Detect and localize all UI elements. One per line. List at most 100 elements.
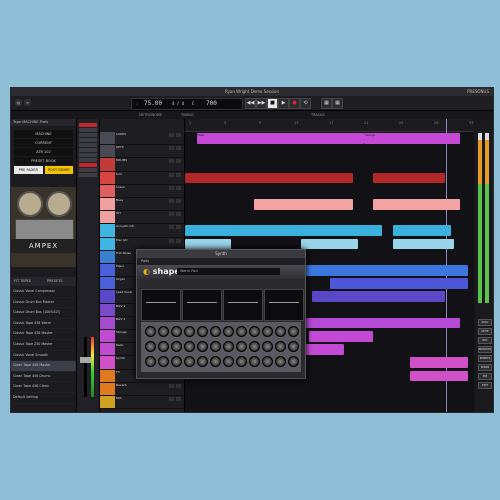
mixer-toggle-icon[interactable]: ≡ [24,99,31,106]
pre-fader-button[interactable]: PRE FADER [14,166,43,174]
preset-selector[interactable]: Warm Pad [177,268,280,275]
clip[interactable] [393,225,451,237]
track-header[interactable]: Reverb [100,382,184,396]
clip[interactable] [300,238,359,250]
mute-icon[interactable] [176,172,181,177]
clip[interactable]: Strings [364,133,460,144]
insert-slot[interactable] [79,143,97,147]
knob[interactable] [249,326,260,337]
list-item[interactable]: Classic Drum Bus (100%SLT) [11,308,76,319]
solo-icon[interactable] [169,146,174,151]
knob[interactable] [197,356,208,367]
mute-icon[interactable] [176,199,181,203]
list-item[interactable]: Classic Tape 250 Master [11,340,76,351]
mute-icon[interactable] [176,383,181,388]
track-header[interactable]: MIX [100,396,184,410]
mute-icon[interactable] [176,212,181,217]
fast-forward-button[interactable]: ▶▶ [256,98,267,109]
knob[interactable] [145,326,156,337]
knob[interactable] [184,356,195,367]
preset-button[interactable]: MACHINE [14,130,73,138]
stop-button[interactable]: ■ [267,98,278,109]
knob[interactable] [262,341,273,352]
timeline-ruler[interactable]: 1 5 9 13 17 21 25 29 33 [185,119,474,132]
clip[interactable] [410,357,469,369]
list-item[interactable]: Classic Vocal Smooth [11,351,76,362]
clip[interactable] [185,225,382,237]
preset-button[interactable]: CURRENT [14,139,73,147]
side-button[interactable]: EDIT [478,382,492,389]
mute-icon[interactable] [176,225,181,230]
side-button[interactable]: MONITOR [478,346,492,353]
tempo-display[interactable]: ♩ 75.00 4 / 4 C 700 [131,98,243,110]
post-fader-button[interactable]: POST FADER [44,166,73,174]
knob[interactable] [249,356,260,367]
side-button[interactable]: MIX [478,373,492,380]
knob[interactable] [158,341,169,352]
mute-icon[interactable] [176,146,181,151]
solo-icon[interactable] [169,133,174,137]
insert-slot[interactable] [79,153,97,157]
insert-slot[interactable] [79,138,97,142]
mute-icon[interactable] [176,397,181,401]
clip[interactable] [185,238,232,250]
knob[interactable] [210,341,221,352]
mute-icon[interactable] [176,159,181,164]
knob[interactable] [197,341,208,352]
solo-icon[interactable] [169,397,174,401]
fader-cap[interactable] [80,357,91,363]
clip[interactable] [312,291,446,303]
clip[interactable] [306,317,460,329]
insert-slot[interactable] [79,163,97,167]
insert-slot[interactable] [79,128,97,132]
solo-icon[interactable] [169,212,174,217]
clip[interactable] [410,370,469,382]
clip[interactable] [372,199,460,210]
side-button[interactable]: SOLO [478,319,492,326]
insert-slot[interactable] [79,173,97,177]
rewind-button[interactable]: ◀◀ [245,98,256,109]
knob[interactable] [210,326,221,337]
knob[interactable] [249,341,260,352]
track-header[interactable]: Kick [100,171,184,185]
knob[interactable] [223,326,234,337]
clip[interactable] [309,331,373,342]
knob[interactable] [145,356,156,367]
list-item[interactable]: Default Setting [11,393,76,404]
knob[interactable] [236,341,247,352]
knob[interactable] [158,326,169,337]
input-button[interactable]: ▦ [321,98,332,109]
grid-button[interactable]: ▦ [332,98,343,109]
fit-tapes-tab[interactable]: FIT TAPES [14,277,31,286]
insert-slot[interactable] [79,123,97,127]
metronome-label[interactable]: METRONOME [139,111,162,119]
insert-slot[interactable] [79,148,97,152]
knob[interactable] [288,341,299,352]
preset-button[interactable]: ATR 102 [14,148,73,156]
knob[interactable] [262,356,273,367]
preset-button[interactable]: PRESET BOOK [14,157,73,165]
clip[interactable] [393,238,454,250]
play-button[interactable]: ▶ [278,98,289,109]
list-item[interactable]: Clean Tape 456 Clean [11,382,76,393]
mute-icon[interactable] [176,133,181,137]
solo-icon[interactable] [169,383,174,388]
knob[interactable] [236,326,247,337]
list-item[interactable]: Classic Tape 456 Warm [11,319,76,330]
track-header[interactable]: Bass [100,198,184,212]
clip[interactable]: Fade [196,133,365,144]
tracks-label[interactable]: TRACKS [311,111,325,119]
plugin-window[interactable]: Synth Pads ◐ shape Warm Pad [136,249,306,379]
clip[interactable] [372,172,446,184]
loop-button[interactable]: ⟲ [300,98,311,109]
record-button[interactable]: ● [289,98,300,109]
track-header[interactable]: LOOPS [100,132,184,146]
knob[interactable] [210,356,221,367]
list-item[interactable]: Classic Drum Bus Master [11,298,76,309]
clip[interactable] [185,172,353,184]
browser-toggle-icon[interactable]: ▤ [15,99,22,106]
mute-icon[interactable] [176,185,181,190]
knob[interactable] [262,326,273,337]
knob[interactable] [275,356,286,367]
knob[interactable] [171,341,182,352]
